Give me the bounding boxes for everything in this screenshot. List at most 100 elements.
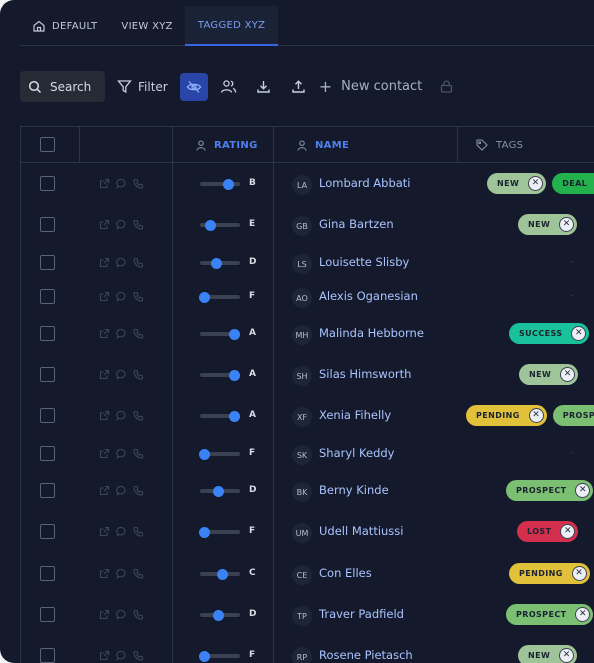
rating-slider-knob[interactable] (212, 610, 224, 621)
tab-default[interactable]: DEFAULT (20, 6, 109, 46)
external-link-icon[interactable] (99, 485, 110, 496)
external-link-icon[interactable] (99, 609, 110, 620)
contact-name[interactable]: Louisette Slisby (319, 255, 409, 269)
table-row[interactable]: F AO Alexis Oganesian - (21, 277, 594, 317)
external-link-icon[interactable] (99, 291, 110, 302)
row-checkbox[interactable] (40, 566, 55, 581)
filter-button[interactable]: Filter (117, 79, 168, 94)
rating-slider[interactable] (198, 449, 240, 460)
chat-icon[interactable] (116, 219, 127, 230)
hide-fields-button[interactable] (179, 72, 208, 101)
rating-slider-knob[interactable] (204, 220, 216, 231)
remove-tag-icon[interactable]: ✕ (575, 607, 591, 622)
phone-icon[interactable] (133, 291, 144, 302)
phone-icon[interactable] (133, 650, 144, 661)
external-link-icon[interactable] (99, 178, 110, 189)
external-link-icon[interactable] (99, 257, 110, 268)
row-checkbox[interactable] (40, 408, 55, 423)
rating-slider[interactable] (200, 370, 240, 381)
chat-icon[interactable] (116, 178, 127, 189)
tag-chip[interactable]: NEW ✕ (487, 173, 547, 194)
contact-name[interactable]: Udell Mattiussi (319, 524, 404, 538)
tag-chip[interactable]: PENDING ✕ (509, 563, 590, 584)
tab-view-xyz[interactable]: VIEW XYZ (109, 6, 184, 46)
rating-slider[interactable] (200, 411, 240, 422)
rating-slider-knob[interactable] (216, 569, 228, 580)
chat-icon[interactable] (116, 650, 127, 661)
contact-name[interactable]: Lombard Abbati (319, 176, 411, 190)
external-link-icon[interactable] (99, 526, 110, 537)
row-checkbox[interactable] (40, 289, 55, 304)
rating-slider[interactable] (200, 486, 240, 497)
external-link-icon[interactable] (99, 448, 110, 459)
row-checkbox[interactable] (40, 483, 55, 498)
row-checkbox[interactable] (40, 217, 55, 232)
rating-slider[interactable] (198, 527, 240, 538)
rating-column-header[interactable]: RATING (196, 127, 258, 163)
tag-chip[interactable]: PROSPECT✕ (552, 405, 594, 426)
row-checkbox[interactable] (40, 326, 55, 341)
contact-name[interactable]: Traver Padfield (319, 607, 404, 621)
contact-name[interactable]: Con Elles (319, 566, 372, 580)
remove-tag-icon[interactable]: ✕ (559, 217, 575, 232)
table-row[interactable]: A MH Malinda Hebborne SUCCESS ✕ (21, 314, 594, 354)
table-row[interactable]: B LA Lombard Abbati NEW ✕ DEAL✕ (21, 164, 594, 204)
rating-slider-knob[interactable] (210, 258, 222, 269)
rating-slider[interactable] (200, 220, 240, 231)
chat-icon[interactable] (116, 485, 127, 496)
tag-chip[interactable]: LOST ✕ (517, 521, 579, 542)
remove-tag-icon[interactable]: ✕ (528, 176, 544, 191)
remove-tag-icon[interactable]: ✕ (528, 408, 544, 423)
external-link-icon[interactable] (99, 328, 110, 339)
rating-slider[interactable] (200, 610, 240, 621)
rating-slider[interactable] (198, 651, 240, 662)
external-link-icon[interactable] (99, 219, 110, 230)
table-row[interactable]: F RP Rosene Pietasch NEW ✕ (21, 636, 594, 663)
rating-slider-knob[interactable] (212, 486, 224, 497)
table-row[interactable]: A SH Silas Himsworth NEW ✕ (21, 355, 594, 395)
phone-icon[interactable] (133, 609, 144, 620)
rating-slider[interactable] (200, 258, 240, 269)
search-button[interactable]: Search (20, 71, 105, 102)
row-checkbox[interactable] (40, 176, 55, 191)
rating-slider-knob[interactable] (198, 292, 210, 303)
chat-icon[interactable] (116, 369, 127, 380)
row-checkbox[interactable] (40, 255, 55, 270)
phone-icon[interactable] (133, 448, 144, 459)
tag-chip[interactable]: PENDING ✕ (466, 405, 547, 426)
tag-chip[interactable]: NEW ✕ (519, 364, 579, 385)
tag-chip[interactable]: NEW ✕ (518, 214, 578, 235)
table-row[interactable]: E GB Gina Bartzen NEW ✕ (21, 205, 594, 245)
rating-slider-knob[interactable] (198, 449, 210, 460)
phone-icon[interactable] (133, 328, 144, 339)
rating-slider[interactable] (198, 292, 240, 303)
table-row[interactable]: C CE Con Elles PENDING ✕ (21, 554, 594, 594)
name-column-header[interactable]: NAME (297, 127, 349, 163)
download-button[interactable] (250, 73, 278, 101)
contact-name[interactable]: Malinda Hebborne (319, 326, 424, 340)
rating-slider[interactable] (200, 179, 240, 190)
phone-icon[interactable] (133, 369, 144, 380)
rating-slider-knob[interactable] (228, 411, 240, 422)
rating-slider[interactable] (200, 329, 240, 340)
group-button[interactable] (215, 73, 243, 101)
rating-slider-knob[interactable] (228, 329, 240, 340)
phone-icon[interactable] (133, 410, 144, 421)
table-row[interactable]: F SK Sharyl Keddy - (21, 434, 594, 474)
chat-icon[interactable] (116, 448, 127, 459)
tag-chip[interactable]: DEAL✕ (552, 173, 594, 194)
contact-name[interactable]: Rosene Pietasch (319, 648, 413, 662)
contact-name[interactable]: Xenia Fihelly (319, 408, 391, 422)
external-link-icon[interactable] (99, 568, 110, 579)
remove-tag-icon[interactable]: ✕ (560, 367, 576, 382)
row-checkbox[interactable] (40, 367, 55, 382)
phone-icon[interactable] (133, 257, 144, 268)
new-contact-button[interactable]: + New contact (319, 77, 423, 96)
contact-name[interactable]: Berny Kinde (319, 483, 389, 497)
external-link-icon[interactable] (99, 369, 110, 380)
chat-icon[interactable] (116, 328, 127, 339)
phone-icon[interactable] (133, 526, 144, 537)
rating-slider-knob[interactable] (198, 651, 210, 662)
chat-icon[interactable] (116, 609, 127, 620)
tags-column-header[interactable]: TAGS (476, 127, 523, 163)
